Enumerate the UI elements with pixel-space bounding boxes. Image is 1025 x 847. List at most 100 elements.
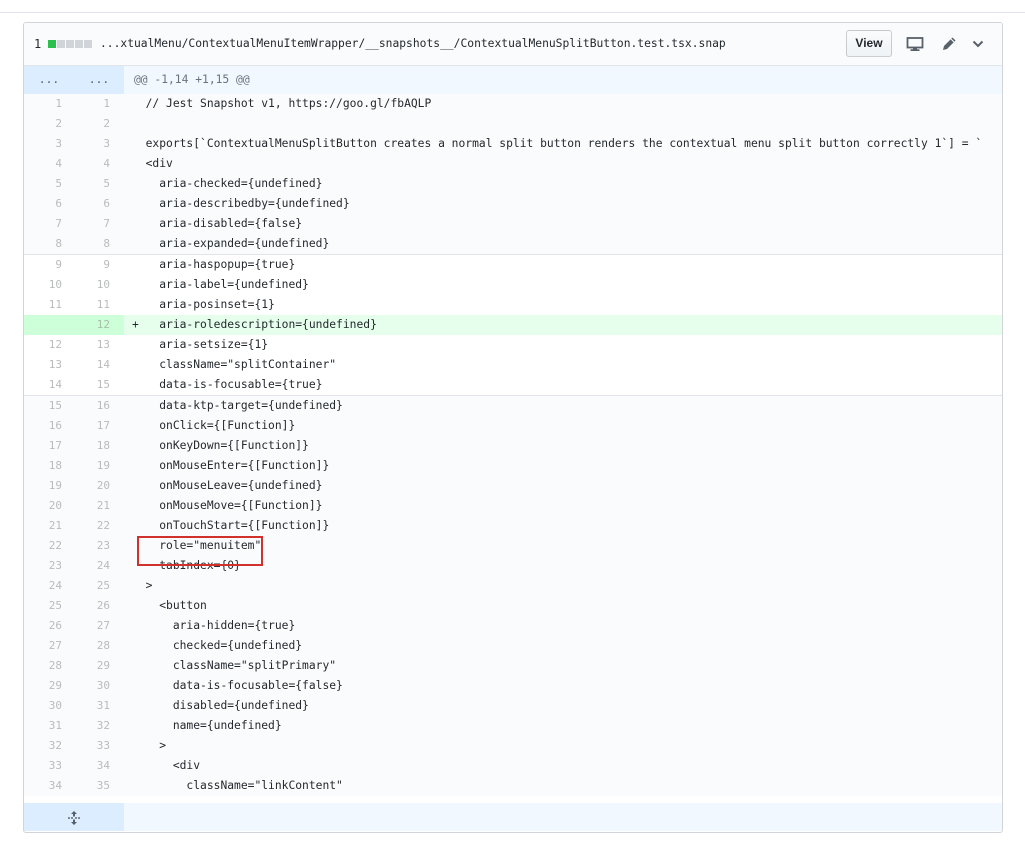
- view-file-button[interactable]: View: [846, 30, 892, 57]
- old-line-number[interactable]: 23: [24, 556, 74, 576]
- old-line-number[interactable]: 26: [24, 616, 74, 636]
- new-line-number[interactable]: 21: [74, 496, 124, 516]
- hunk-new-marker: ...: [88, 73, 110, 86]
- new-line-number[interactable]: 16: [74, 396, 124, 416]
- old-line-number[interactable]: 18: [24, 456, 74, 476]
- old-line-number[interactable]: 11: [24, 295, 74, 315]
- line-code: >: [124, 576, 153, 596]
- old-line-number[interactable]: 25: [24, 596, 74, 616]
- diff-sign: [132, 619, 139, 632]
- new-line-number[interactable]: 29: [74, 656, 124, 676]
- old-line-number[interactable]: 4: [24, 154, 74, 174]
- new-line-number[interactable]: 31: [74, 696, 124, 716]
- new-line-number[interactable]: 11: [74, 295, 124, 315]
- new-line-number[interactable]: 33: [74, 736, 124, 756]
- chevron-down-icon[interactable]: [969, 35, 987, 53]
- old-line-number[interactable]: 17: [24, 436, 74, 456]
- old-line-number[interactable]: 34: [24, 776, 74, 796]
- diff-sign: [132, 217, 139, 230]
- line-text: <div: [145, 759, 201, 772]
- old-line-number[interactable]: 9: [24, 255, 74, 275]
- old-line-number[interactable]: 7: [24, 214, 74, 234]
- new-line-number[interactable]: 5: [74, 174, 124, 194]
- new-line-number[interactable]: 18: [74, 436, 124, 456]
- old-line-number[interactable]: 15: [24, 396, 74, 416]
- old-line-number[interactable]: 31: [24, 716, 74, 736]
- old-line-number[interactable]: 28: [24, 656, 74, 676]
- old-line-number[interactable]: 10: [24, 275, 74, 295]
- new-line-number[interactable]: 19: [74, 456, 124, 476]
- new-line-number[interactable]: 20: [74, 476, 124, 496]
- line-text: className="splitContainer": [145, 358, 337, 371]
- old-line-number[interactable]: 8: [24, 234, 74, 254]
- old-line-number[interactable]: 22: [24, 536, 74, 556]
- new-line-number[interactable]: 26: [74, 596, 124, 616]
- old-line-number[interactable]: 3: [24, 134, 74, 154]
- new-line-number[interactable]: 17: [74, 416, 124, 436]
- new-line-number[interactable]: 25: [74, 576, 124, 596]
- old-line-number[interactable]: 19: [24, 476, 74, 496]
- diff-sign: [132, 519, 139, 532]
- line-text: <div: [145, 157, 173, 170]
- new-line-number[interactable]: 23: [74, 536, 124, 556]
- old-line-number[interactable]: 24: [24, 576, 74, 596]
- file-path[interactable]: ...xtualMenu/ContextualMenuItemWrapper/_…: [100, 37, 726, 50]
- old-line-number[interactable]: 33: [24, 756, 74, 776]
- line-code: <div: [124, 756, 200, 776]
- new-line-number[interactable]: 35: [74, 776, 124, 796]
- old-line-number[interactable]: 13: [24, 355, 74, 375]
- line-text: aria-label={undefined}: [145, 278, 309, 291]
- new-line-number[interactable]: 12: [74, 315, 124, 335]
- new-line-number[interactable]: 10: [74, 275, 124, 295]
- old-line-number[interactable]: 12: [24, 335, 74, 355]
- diff-line: 20 21 onMouseMove={[Function]}: [24, 496, 1002, 516]
- new-line-number[interactable]: 8: [74, 234, 124, 254]
- diff-line: 24 25 >: [24, 576, 1002, 596]
- new-line-number[interactable]: 7: [74, 214, 124, 234]
- new-line-number[interactable]: 1: [74, 94, 124, 114]
- diff-sign: [132, 479, 139, 492]
- new-line-number[interactable]: 28: [74, 636, 124, 656]
- old-line-number[interactable]: 32: [24, 736, 74, 756]
- old-line-number[interactable]: 30: [24, 696, 74, 716]
- new-line-number[interactable]: 14: [74, 355, 124, 375]
- old-line-number[interactable]: 1: [24, 94, 74, 114]
- diff-sign: [132, 237, 139, 250]
- line-code: aria-label={undefined}: [124, 275, 309, 295]
- old-line-number[interactable]: 5: [24, 174, 74, 194]
- new-line-number[interactable]: 9: [74, 255, 124, 275]
- new-line-number[interactable]: 27: [74, 616, 124, 636]
- expand-row: [24, 803, 1002, 831]
- new-line-number[interactable]: 2: [74, 114, 124, 134]
- diff-line: 88 aria-expanded={undefined}: [24, 234, 1002, 255]
- old-line-number[interactable]: 21: [24, 516, 74, 536]
- new-line-number[interactable]: 22: [74, 516, 124, 536]
- new-line-number[interactable]: 32: [74, 716, 124, 736]
- old-line-number[interactable]: [24, 315, 74, 335]
- expand-button[interactable]: [24, 803, 124, 831]
- old-line-number[interactable]: 29: [24, 676, 74, 696]
- new-line-number[interactable]: 15: [74, 375, 124, 395]
- file-header: 1 ...xtualMenu/ContextualMenuItemWrapper…: [24, 23, 1002, 66]
- old-line-number[interactable]: 2: [24, 114, 74, 134]
- new-line-number[interactable]: 6: [74, 194, 124, 214]
- new-line-number[interactable]: 4: [74, 154, 124, 174]
- desktop-icon[interactable]: [906, 35, 924, 53]
- old-line-number[interactable]: 20: [24, 496, 74, 516]
- diff-line: 29 30 data-is-focusable={false}: [24, 676, 1002, 696]
- old-line-number[interactable]: 27: [24, 636, 74, 656]
- old-line-number[interactable]: 6: [24, 194, 74, 214]
- line-code: aria-haspopup={true}: [124, 255, 295, 275]
- diff-line: 66 aria-describedby={undefined}: [24, 194, 1002, 214]
- new-line-number[interactable]: 3: [74, 134, 124, 154]
- line-text: <button: [145, 599, 207, 612]
- pencil-icon[interactable]: [940, 35, 958, 53]
- new-line-number[interactable]: 30: [74, 676, 124, 696]
- new-line-number[interactable]: 13: [74, 335, 124, 355]
- new-line-number[interactable]: 34: [74, 756, 124, 776]
- old-line-number[interactable]: 16: [24, 416, 74, 436]
- old-line-number[interactable]: 14: [24, 375, 74, 395]
- new-line-number[interactable]: 24: [74, 556, 124, 576]
- line-text: aria-haspopup={true}: [145, 258, 296, 271]
- diff-line: 34 35 className="linkContent": [24, 776, 1002, 796]
